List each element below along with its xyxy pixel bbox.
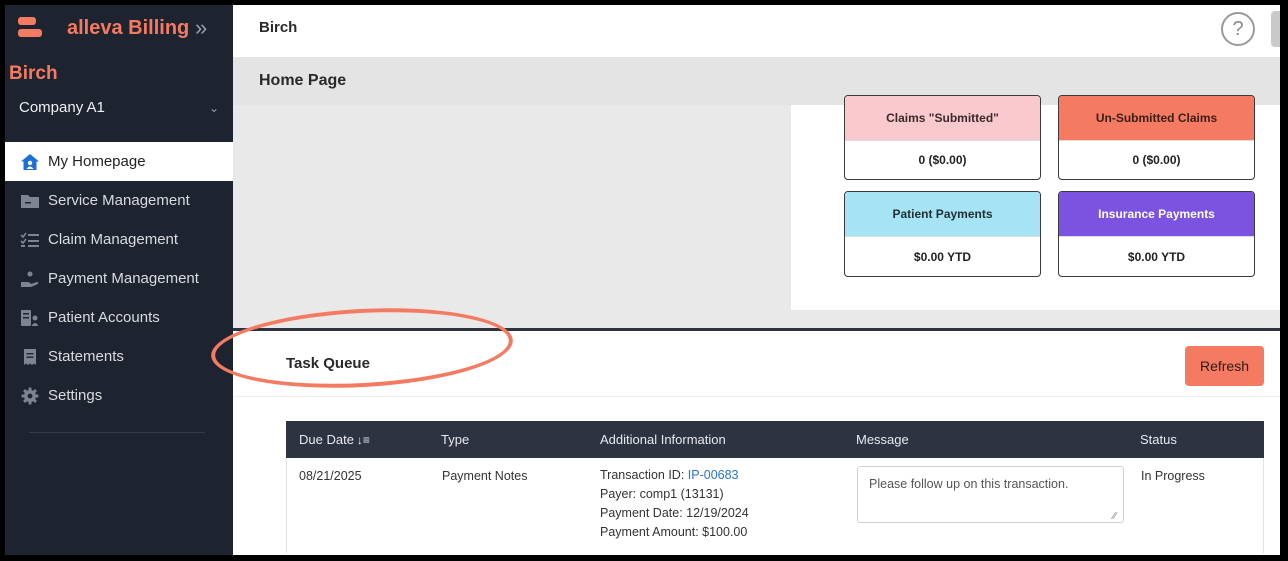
task-queue-table: Due Date ↓≡ Type Additional Information M… [286, 421, 1264, 553]
payment-date-line: Payment Date: 12/19/2024 [600, 506, 749, 520]
receipt-icon [19, 348, 41, 366]
sidebar-item-label: Service Management [48, 192, 190, 209]
transaction-id-line: Transaction ID: IP-00683 [600, 466, 749, 485]
sidebar-item-label: Claim Management [48, 231, 179, 248]
card-title: Patient Payments [845, 192, 1040, 236]
sidebar-item-label: Statements [48, 348, 124, 365]
chevron-down-icon: ⌄ [208, 101, 219, 115]
highlight-circle [209, 301, 515, 395]
sidebar-item-my-homepage[interactable]: My Homepage [5, 142, 233, 181]
task-queue-divider [233, 396, 1280, 397]
company-select[interactable]: Company A1 ⌄ [19, 99, 219, 123]
app-name: alleva Billing [67, 17, 190, 39]
summary-cards-panel: Claims "Submitted" 0 ($0.00) Un-Submitte… [791, 95, 1280, 310]
transaction-id-label: Transaction ID: [600, 468, 688, 482]
help-button[interactable]: ? [1221, 12, 1255, 46]
refresh-button[interactable]: Refresh [1185, 346, 1264, 386]
card-title: Un-Submitted Claims [1059, 96, 1254, 140]
status-cell: In Progress [1141, 469, 1205, 483]
insurance-payments-card[interactable]: Insurance Payments $0.00 YTD [1058, 191, 1255, 277]
sidebar-item-settings[interactable]: Settings [5, 376, 233, 415]
checklist-icon [19, 231, 41, 249]
column-header-type: Type [441, 432, 470, 447]
alleva-logo-icon [18, 17, 42, 39]
sidebar-item-label: Patient Accounts [48, 309, 160, 326]
type-cell: Payment Notes [442, 469, 528, 483]
patient-payments-card[interactable]: Patient Payments $0.00 YTD [844, 191, 1041, 277]
hand-coin-icon [19, 270, 41, 288]
sidebar-item-label: Settings [48, 387, 103, 404]
card-value: 0 ($0.00) [845, 140, 1040, 179]
due-date-cell: 08/21/2025 [299, 469, 362, 483]
column-label: Due Date [299, 432, 354, 447]
org-name: Birch [9, 63, 58, 84]
sidebar-item-payment-management[interactable]: Payment Management [5, 259, 233, 298]
payment-amount-line: Payment Amount: $100.00 [600, 525, 748, 539]
card-value: $0.00 YTD [1059, 236, 1254, 276]
sort-icon[interactable]: ↓≡ [357, 433, 370, 447]
sidebar-nav: My Homepage Service Management Claim Man… [5, 142, 233, 415]
card-title: Claims "Submitted" [845, 96, 1040, 140]
logo-row: alleva Billing » [5, 5, 233, 53]
unsubmitted-claims-card[interactable]: Un-Submitted Claims 0 ($0.00) [1058, 95, 1255, 180]
table-row: 08/21/2025 Payment Notes Transaction ID:… [286, 458, 1264, 553]
sidebar-item-patient-accounts[interactable]: Patient Accounts [5, 298, 233, 337]
top-bar: Birch ? [233, 5, 1280, 57]
transaction-id-link[interactable]: IP-00683 [688, 468, 739, 482]
sidebar-item-label: My Homepage [48, 153, 146, 170]
table-header: Due Date ↓≡ Type Additional Information M… [286, 421, 1264, 458]
message-textarea[interactable]: Please follow up on this transaction. [857, 466, 1124, 523]
home-icon [19, 153, 41, 171]
payer-line: Payer: comp1 (13131) [600, 487, 724, 501]
folder-icon [19, 192, 41, 210]
column-header-status: Status [1140, 432, 1177, 447]
sidebar: alleva Billing » Birch Company A1 ⌄ My H… [5, 5, 233, 555]
task-queue-title: Task Queue [286, 355, 370, 372]
column-header-message: Message [856, 432, 909, 447]
additional-info-cell: Transaction ID: IP-00683 Payer: comp1 (1… [600, 466, 749, 542]
card-title: Insurance Payments [1059, 192, 1254, 236]
sidebar-item-statements[interactable]: Statements [5, 337, 233, 376]
task-queue-panel: Task Queue Refresh Due Date ↓≡ Type Addit… [209, 301, 1280, 555]
column-header-additional-information: Additional Information [600, 432, 726, 447]
card-value: 0 ($0.00) [1059, 140, 1254, 179]
resize-grip-icon[interactable]: ∕∕ [1113, 511, 1116, 522]
top-bar-title: Birch [259, 19, 298, 36]
user-menu-edge[interactable] [1271, 11, 1280, 47]
sidebar-item-service-management[interactable]: Service Management [5, 181, 233, 220]
app-window: alleva Billing » Birch Company A1 ⌄ My H… [5, 5, 1280, 555]
company-select-value: Company A1 [19, 99, 105, 116]
collapse-sidebar-icon[interactable]: » [195, 15, 207, 41]
claims-submitted-card[interactable]: Claims "Submitted" 0 ($0.00) [844, 95, 1041, 180]
column-header-due-date[interactable]: Due Date ↓≡ [299, 432, 370, 447]
sidebar-divider [29, 432, 205, 433]
id-card-icon [19, 309, 41, 327]
page-title: Home Page [259, 72, 347, 89]
sidebar-item-claim-management[interactable]: Claim Management [5, 220, 233, 259]
sidebar-item-label: Payment Management [48, 270, 199, 287]
gear-icon [19, 387, 41, 405]
card-value: $0.00 YTD [845, 236, 1040, 276]
